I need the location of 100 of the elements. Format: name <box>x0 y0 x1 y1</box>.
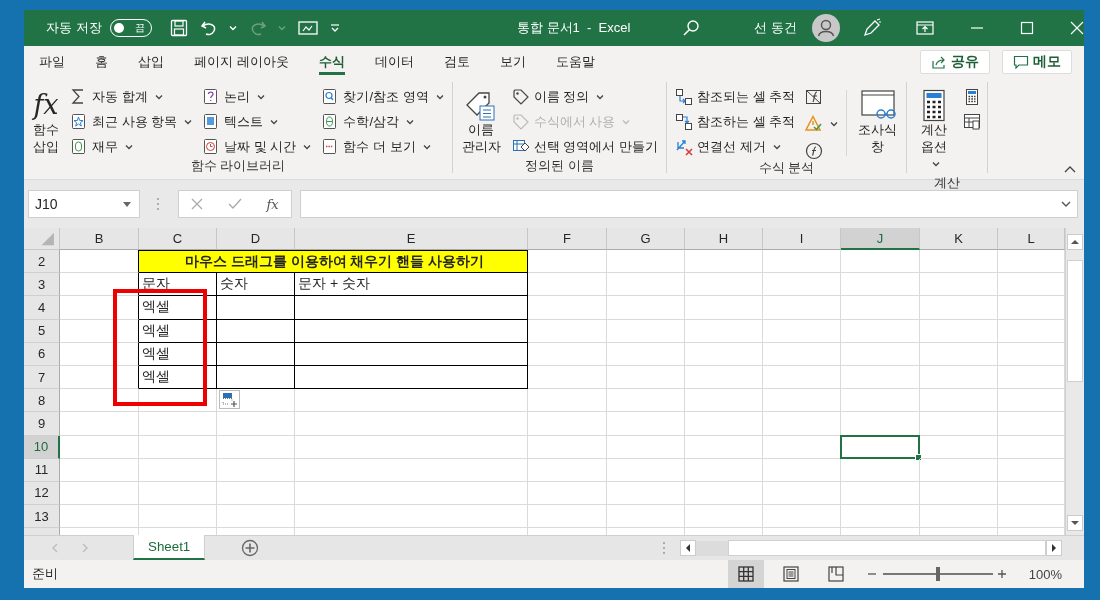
row-header[interactable]: 7 <box>24 365 60 390</box>
column-header[interactable]: E <box>295 228 528 250</box>
save-icon[interactable] <box>169 19 188 37</box>
select-all-icon[interactable] <box>24 228 60 250</box>
ribbon-button[interactable]: 텍스트 <box>200 111 314 133</box>
row-header[interactable]: 12 <box>24 481 60 506</box>
grid-cell[interactable] <box>60 296 139 320</box>
column-header[interactable]: H <box>685 228 763 250</box>
ribbon-tab[interactable]: 수식 <box>305 47 358 77</box>
vertical-scrollbar[interactable] <box>1065 228 1084 535</box>
ribbon-tab[interactable]: 데이터 <box>361 47 427 77</box>
active-cell-frame[interactable] <box>840 434 920 459</box>
avatar-icon[interactable] <box>812 14 840 42</box>
ribbon-tab[interactable]: 페이지 레이아웃 <box>181 47 302 77</box>
add-sheet-icon[interactable] <box>241 539 260 557</box>
column-header[interactable]: D <box>217 228 295 250</box>
ribbon-tab[interactable]: 검토 <box>430 47 483 77</box>
column-header[interactable]: L <box>998 228 1065 250</box>
close-icon[interactable] <box>1070 21 1084 35</box>
grid-cell[interactable] <box>60 319 139 343</box>
row-header[interactable] <box>24 528 60 535</box>
ribbon-tab[interactable]: 삽입 <box>125 47 177 77</box>
ribbon-tab[interactable]: 도움말 <box>542 47 608 77</box>
ribbon-button[interactable]: 날짜 및 시간 <box>200 136 314 158</box>
ribbon-button[interactable]: 이름 관리자 <box>458 86 504 158</box>
ribbon-button[interactable]: 찾기/참조 영역 <box>319 86 446 108</box>
column-header[interactable]: B <box>60 228 139 250</box>
zoom-in-icon[interactable] <box>996 569 1007 579</box>
ribbon-button[interactable]: 참조되는 셀 추적 <box>672 86 798 108</box>
grid-cell[interactable] <box>60 342 139 366</box>
row-header[interactable]: 9 <box>24 412 60 436</box>
ribbon-button[interactable]: 재무 <box>68 136 195 158</box>
sheet-calculator-icon[interactable] <box>963 113 982 131</box>
row-header[interactable]: 10 <box>24 435 60 459</box>
ribbon-button[interactable]: fx 함수 삽입 <box>30 86 62 158</box>
comments-button[interactable]: 메모 <box>1002 50 1072 74</box>
ribbon-button[interactable]: 연결선 제거 <box>672 136 798 158</box>
ribbon-button[interactable]: 자동 합계 <box>68 86 195 108</box>
ribbon-button[interactable]: 조사식 창 <box>855 86 901 160</box>
collapse-ribbon-icon[interactable] <box>1064 165 1076 173</box>
row-header[interactable]: 5 <box>24 319 60 343</box>
row-header[interactable]: 13 <box>24 505 60 529</box>
row-header[interactable]: 2 <box>24 250 60 274</box>
zoom-thumb[interactable] <box>935 567 940 581</box>
row-header[interactable]: 3 <box>24 273 60 297</box>
row-header[interactable]: 8 <box>24 389 60 413</box>
column-header[interactable]: G <box>607 228 685 250</box>
view-button[interactable] <box>727 560 764 588</box>
ribbon-tab[interactable]: 홈 <box>82 47 121 77</box>
column-header[interactable]: F <box>528 228 607 250</box>
horizontal-scrollbar[interactable] <box>680 539 1062 557</box>
search-icon[interactable] <box>682 19 701 37</box>
column-header[interactable]: K <box>920 228 998 250</box>
ribbon-button[interactable]: 계산 옵션 <box>913 86 956 175</box>
cancel-icon[interactable] <box>191 198 204 210</box>
undo-icon[interactable] <box>199 19 218 37</box>
name-box[interactable]: J10 <box>28 190 140 218</box>
insert-function-button[interactable]: fx <box>266 196 279 212</box>
row-header[interactable]: 6 <box>24 342 60 366</box>
scroll-thumb[interactable] <box>728 540 1046 556</box>
formula-input[interactable] <box>300 190 1078 218</box>
sheet-tab[interactable]: Sheet1 <box>133 535 206 560</box>
scroll-up-icon[interactable] <box>1067 234 1083 250</box>
column-header[interactable]: I <box>763 228 841 250</box>
customize-caret-icon[interactable] <box>329 23 340 33</box>
caret-icon <box>772 144 781 150</box>
enter-icon[interactable] <box>227 198 242 210</box>
scroll-left-icon[interactable] <box>680 540 696 556</box>
show-formulas-icon[interactable] <box>805 88 824 106</box>
ribbon-display-icon[interactable] <box>916 21 934 35</box>
auto-fill-options-icon[interactable] <box>219 390 240 409</box>
share-button[interactable]: 공유 <box>920 50 990 74</box>
next-sheet-icon[interactable] <box>81 543 89 553</box>
grid-cell[interactable] <box>60 273 139 297</box>
row-header[interactable]: 4 <box>24 296 60 320</box>
row-header[interactable]: 11 <box>24 458 60 482</box>
ribbon-tab[interactable]: 파일 <box>26 47 78 77</box>
ribbon-button[interactable]: 이름 정의 <box>509 86 660 108</box>
evaluate-formula-icon[interactable] <box>805 142 824 160</box>
pen-icon[interactable] <box>862 18 882 38</box>
ribbon-button[interactable]: 수학/삼각 <box>319 111 446 133</box>
scroll-down-icon[interactable] <box>1067 515 1083 531</box>
ribbon-button[interactable]: 논리 <box>200 86 314 108</box>
column-header[interactable]: J <box>841 228 920 250</box>
ribbon-button[interactable]: 함수 더 보기 <box>319 136 446 158</box>
window-title: 통합 문서1 - Excel <box>515 19 632 37</box>
grid-cell[interactable] <box>60 365 139 390</box>
fill-handle[interactable] <box>915 453 922 461</box>
table-cell: 엑셀 <box>139 296 217 320</box>
expand-icon[interactable] <box>1061 200 1071 208</box>
ribbon-button[interactable]: 최근 사용 항목 <box>68 111 195 133</box>
touch-mode-icon[interactable] <box>297 20 318 36</box>
column-header[interactable]: C <box>139 228 217 250</box>
ribbon-tab[interactable]: 보기 <box>486 47 539 77</box>
ribbon-button[interactable]: 선택 영역에서 만들기 <box>509 136 660 158</box>
scroll-right-icon[interactable] <box>1046 540 1062 556</box>
previous-sheet-icon[interactable] <box>51 543 59 553</box>
scroll-thumb[interactable] <box>1067 260 1083 382</box>
ribbon-button[interactable]: 참조하는 셀 추적 <box>672 111 798 133</box>
maximize-icon[interactable] <box>1020 21 1034 35</box>
